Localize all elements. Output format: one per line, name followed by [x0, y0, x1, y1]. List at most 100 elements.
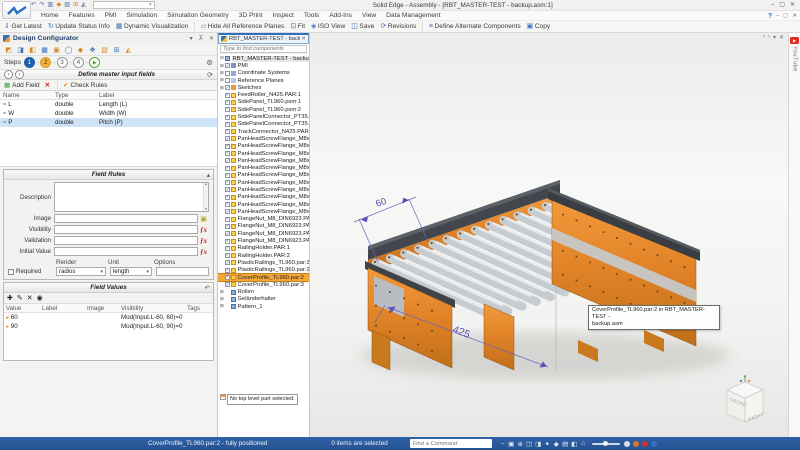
visibility-checkbox[interactable]: [225, 187, 230, 192]
toolbar-button[interactable]: ⇓ Get Latest: [4, 23, 42, 30]
tree-node[interactable]: ⊞ Rollen: [218, 289, 309, 296]
configurator-tool-icon[interactable]: ▧: [99, 45, 110, 55]
minimize-button[interactable]: –: [771, 2, 774, 8]
quick-access-icon[interactable]: ↶: [31, 2, 36, 8]
visibility-checkbox[interactable]: [225, 100, 230, 105]
tree-node[interactable]: PanHeadScrewFlange_M8x12.PAR:1: [218, 143, 309, 150]
prev-step-button[interactable]: ‹: [4, 70, 13, 79]
unit-select[interactable]: length▾: [110, 267, 152, 276]
function-icon[interactable]: ƒx: [198, 237, 209, 245]
visibility-checkbox[interactable]: [225, 129, 230, 134]
toolbar-button[interactable]: ≡ Define Alternate Components: [429, 23, 521, 30]
tree-node[interactable]: PlasticRailings_TL960.par:2: [218, 267, 309, 274]
visibility-checkbox[interactable]: [225, 136, 230, 141]
visibility-checkbox[interactable]: [225, 224, 230, 229]
toolbar-button[interactable]: ⊡ Fit: [290, 23, 305, 30]
status-tool-icon[interactable]: ⌂: [579, 440, 588, 447]
visibility-checkbox[interactable]: [225, 260, 230, 265]
status-dot-icon[interactable]: [651, 441, 657, 447]
field-row[interactable]: =P double Pitch (P): [0, 118, 217, 127]
toolbar-button[interactable]: [422, 22, 425, 31]
close-icon[interactable]: ✕: [209, 36, 214, 42]
view-orientation-cube[interactable]: FRONT RIGHT: [716, 375, 774, 431]
visibility-checkbox[interactable]: [225, 268, 230, 273]
status-tool-icon[interactable]: ▤: [561, 440, 570, 448]
zoom-slider[interactable]: [592, 443, 620, 445]
visibility-checkbox[interactable]: [225, 231, 230, 236]
tree-node[interactable]: PanHeadScrewFlange_M8x12.PAR:4: [218, 164, 309, 171]
step-3-button[interactable]: 3: [57, 57, 68, 68]
status-dot-icon[interactable]: [633, 441, 639, 447]
visibility-checkbox[interactable]: [225, 282, 230, 287]
toolbar-button[interactable]: ▣ Copy: [527, 23, 551, 30]
value-row[interactable]: ▸90 Mod(Input.L-60, 90)=0: [4, 322, 213, 331]
quick-access-dropdown[interactable]: ▾: [93, 1, 155, 9]
status-tool-icon[interactable]: ◫: [525, 440, 534, 448]
close-view-icon[interactable]: ✕: [779, 34, 784, 41]
status-tool-icon[interactable]: ◨: [534, 440, 543, 448]
visibility-checkbox[interactable]: [225, 202, 230, 207]
ribbon-tab[interactable]: Simulation: [121, 12, 162, 19]
value-row[interactable]: ▸60 Mod(Input.L-60, 60)=0: [4, 313, 213, 322]
visibility-checkbox[interactable]: [225, 166, 230, 171]
toolbar-button[interactable]: ◈ ISO View: [311, 23, 345, 30]
close-icon[interactable]: ✕: [301, 36, 306, 42]
close-button[interactable]: ✕: [790, 2, 795, 8]
field-values-tool-icon[interactable]: ✕: [27, 294, 33, 302]
ribbon-tab[interactable]: Inspect: [268, 12, 299, 19]
quick-access-icon[interactable]: ▥: [48, 2, 54, 8]
add-field-button[interactable]: ▦ Add Field: [4, 81, 40, 89]
visibility-checkbox[interactable]: [225, 107, 230, 112]
toolbar-button[interactable]: ▱ Hide All Reference Planes: [201, 23, 285, 30]
field-values-tool-icon[interactable]: ✎: [17, 294, 23, 302]
expander-icon[interactable]: ⊞: [220, 297, 225, 302]
field-values-tool-icon[interactable]: ✚: [7, 294, 13, 302]
visibility-checkbox[interactable]: [225, 253, 230, 258]
collapse-icon[interactable]: ▴: [207, 171, 210, 179]
tree-node[interactable]: PanHeadScrewFlange_M8x12.PAR:10: [218, 208, 309, 215]
configurator-tool-icon[interactable]: ◩: [3, 45, 14, 55]
ribbon-tab[interactable]: Features: [64, 12, 100, 19]
chevron-down-icon[interactable]: ▾: [773, 34, 776, 41]
configurator-tool-icon[interactable]: ▣: [51, 45, 62, 55]
quick-access-icon[interactable]: ▨: [64, 2, 70, 8]
validation-field[interactable]: [54, 236, 198, 245]
tree-node[interactable]: PanHeadScrewFlange_M8x12.PAR:11: [218, 186, 309, 193]
visibility-checkbox[interactable]: [225, 151, 230, 156]
visibility-checkbox[interactable]: [225, 71, 230, 76]
visibility-checkbox[interactable]: [225, 122, 230, 127]
function-icon[interactable]: ƒx: [198, 248, 209, 256]
doc-close-button[interactable]: ✕: [792, 13, 797, 19]
configurator-tool-icon[interactable]: ⊞: [111, 45, 122, 55]
application-button[interactable]: [2, 1, 31, 19]
visibility-checkbox[interactable]: [225, 239, 230, 244]
ribbon-tab[interactable]: Tools: [299, 12, 324, 19]
function-icon[interactable]: ƒx: [198, 226, 209, 234]
prev-doc-icon[interactable]: ‹: [763, 34, 765, 41]
visibility-checkbox[interactable]: [225, 217, 230, 222]
quick-access-icon[interactable]: ↷: [39, 2, 44, 8]
step-2-button[interactable]: 2: [40, 57, 51, 68]
status-tool-icon[interactable]: ▣: [507, 440, 516, 448]
quick-access-icon[interactable]: ◆: [56, 2, 61, 8]
toolbar-button[interactable]: ▦ Dynamic Visualization: [116, 23, 189, 30]
youtube-icon[interactable]: ▶: [790, 37, 799, 44]
tree-node[interactable]: ⊞ PMI: [218, 62, 309, 69]
status-dot-icon[interactable]: [624, 441, 630, 447]
tree-node[interactable]: TrackConnector_N425.PAR:1: [218, 128, 309, 135]
toolbar-button[interactable]: ⟳ Revisions: [380, 23, 416, 30]
tree-node[interactable]: PanHeadScrewFlange_M8x12.PAR:2: [218, 150, 309, 157]
visibility-field[interactable]: [54, 225, 198, 234]
tree-node[interactable]: PanHeadScrewFlange_M8x12.PAR:5: [218, 172, 309, 179]
command-finder-input[interactable]: [410, 439, 492, 448]
tree-node[interactable]: RailingHolder.PAR:2: [218, 252, 309, 259]
status-tool-icon[interactable]: ◧: [570, 440, 579, 448]
field-row[interactable]: =W double Width (W): [0, 109, 217, 118]
tree-node[interactable]: ⊞ Coordinate Systems: [218, 70, 309, 77]
pin-icon[interactable]: ⊼: [199, 36, 203, 42]
ribbon-tab[interactable]: Simulation Geometry: [162, 12, 234, 19]
toolbar-button[interactable]: [194, 22, 197, 31]
configurator-tool-icon[interactable]: ▦: [39, 45, 50, 55]
graphics-viewport[interactable]: ‹ › ▾ ✕: [310, 33, 788, 437]
doc-minimize-button[interactable]: –: [776, 13, 779, 19]
